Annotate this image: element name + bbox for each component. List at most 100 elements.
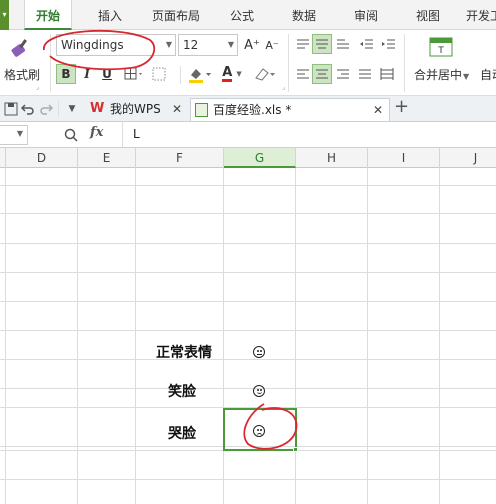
gridline xyxy=(0,301,496,302)
cell-f-normal-label[interactable]: 正常表情 xyxy=(136,342,212,362)
chevron-down-icon[interactable]: ▼ xyxy=(166,35,172,55)
italic-button[interactable]: I xyxy=(80,64,94,84)
app-menu-arrow-icon[interactable]: ▾ xyxy=(0,0,9,30)
ribbon-toolbar: 格式刷 Wingdings ▼ 12 ▼ A⁺ A⁻ B I U A ▼ T 合… xyxy=(0,30,496,96)
gridline xyxy=(439,168,440,504)
font-size-field[interactable]: 12 ▼ xyxy=(178,34,238,56)
borders-icon[interactable] xyxy=(122,64,146,84)
format-painter-label[interactable]: 格式刷 xyxy=(4,66,40,83)
chevron-down-icon[interactable]: ▼ xyxy=(17,129,23,138)
gridline xyxy=(367,168,368,504)
merge-center-icon[interactable]: T xyxy=(428,36,454,58)
column-header-f[interactable]: F xyxy=(136,148,224,168)
close-icon[interactable]: ✕ xyxy=(373,99,383,121)
smiley-face-icon[interactable] xyxy=(253,385,265,397)
spreadsheet-file-icon xyxy=(195,103,208,117)
tab-formulas[interactable]: 公式 xyxy=(222,0,262,30)
gridline xyxy=(0,243,496,244)
save-icon[interactable] xyxy=(2,100,20,118)
decrease-font-icon[interactable]: A⁻ xyxy=(264,34,280,56)
gridline xyxy=(77,168,78,504)
column-header-h[interactable]: H xyxy=(296,148,368,168)
tab-home[interactable]: 开始 xyxy=(24,0,72,30)
column-header-d[interactable]: D xyxy=(6,148,78,168)
merge-center-label[interactable]: 合并居中▼ xyxy=(414,66,469,83)
divider xyxy=(404,34,405,92)
indent-decrease-icon[interactable] xyxy=(358,34,376,54)
document-tab-bar: ▼ W 我的WPS ✕ 百度经验.xls * ✕ + xyxy=(0,96,496,122)
tab-insert[interactable]: 插入 xyxy=(86,0,134,30)
gridline xyxy=(223,168,224,504)
indent-increase-icon[interactable] xyxy=(380,34,398,54)
column-header-e[interactable]: E xyxy=(78,148,136,168)
clear-format-icon[interactable] xyxy=(252,64,278,84)
gridline xyxy=(0,388,496,389)
divider xyxy=(50,34,51,92)
selected-cell[interactable] xyxy=(223,408,297,451)
close-icon[interactable]: ✕ xyxy=(172,98,182,120)
font-size-value: 12 xyxy=(183,38,199,52)
menu-bar: ▾ 开始 插入 页面布局 公式 数据 审阅 视图 开发工 xyxy=(0,0,496,30)
font-color-letter: A xyxy=(222,64,233,82)
redo-icon[interactable] xyxy=(38,100,54,118)
column-header-row: D E F G H I J xyxy=(0,148,496,168)
auto-wrap-label[interactable]: 自动 xyxy=(480,66,496,83)
justify-icon[interactable] xyxy=(356,64,374,84)
align-bottom-icon[interactable] xyxy=(334,34,352,54)
gridline xyxy=(5,168,6,504)
font-name-field[interactable]: Wingdings ▼ xyxy=(56,34,176,56)
align-middle-icon[interactable] xyxy=(312,34,332,54)
gridline xyxy=(0,272,496,273)
tab-review[interactable]: 审阅 xyxy=(346,0,386,30)
gridline xyxy=(0,330,496,331)
fx-icon[interactable]: fx xyxy=(90,125,103,140)
name-box[interactable]: ▼ xyxy=(0,125,28,145)
formula-input[interactable]: L xyxy=(122,122,496,147)
format-painter-icon[interactable] xyxy=(6,34,36,62)
tab-my-wps[interactable]: W 我的WPS ✕ xyxy=(88,98,188,121)
align-left-icon[interactable] xyxy=(294,64,312,84)
grid-icon[interactable] xyxy=(150,64,168,84)
fill-handle[interactable] xyxy=(293,447,298,452)
gridline xyxy=(295,168,296,504)
gridline xyxy=(0,479,496,480)
underline-button[interactable]: U xyxy=(100,64,114,84)
formula-bar: ▼ fx L xyxy=(0,122,496,148)
font-color-icon[interactable]: A ▼ xyxy=(218,64,246,84)
gridline xyxy=(135,168,136,504)
merge-icon-letter: T xyxy=(437,46,444,56)
tab-view[interactable]: 视图 xyxy=(408,0,448,30)
tab-label: 我的WPS xyxy=(110,102,161,116)
fill-color-icon[interactable] xyxy=(186,64,214,84)
divider xyxy=(58,101,59,117)
customize-toolbar-chevron-icon[interactable]: ▼ xyxy=(64,100,80,118)
tab-data[interactable]: 数据 xyxy=(284,0,324,30)
tab-developer[interactable]: 开发工 xyxy=(462,0,496,30)
zoom-icon[interactable] xyxy=(62,125,80,145)
bold-button[interactable]: B xyxy=(56,64,76,84)
divider xyxy=(180,66,181,84)
tab-workbook[interactable]: 百度经验.xls * ✕ xyxy=(190,98,390,121)
align-right-icon[interactable] xyxy=(334,64,352,84)
tab-page-layout[interactable]: 页面布局 xyxy=(144,0,208,30)
font-name-value: Wingdings xyxy=(61,38,124,52)
increase-font-icon[interactable]: A⁺ xyxy=(244,34,260,56)
neutral-face-icon[interactable] xyxy=(253,346,265,358)
cell-f-cry-label[interactable]: 哭脸 xyxy=(136,423,196,443)
gridline xyxy=(0,213,496,214)
distribute-icon[interactable] xyxy=(378,64,396,84)
align-center-icon[interactable] xyxy=(312,64,332,84)
dialog-launcher-icon[interactable]: ⌟ xyxy=(282,83,285,91)
tab-label: 百度经验.xls * xyxy=(213,103,292,117)
divider xyxy=(288,34,289,92)
align-top-icon[interactable] xyxy=(294,34,312,54)
dialog-launcher-icon[interactable]: ⌟ xyxy=(36,83,39,91)
column-header-i[interactable]: I xyxy=(368,148,440,168)
chevron-down-icon[interactable]: ▼ xyxy=(228,35,234,55)
undo-icon[interactable] xyxy=(20,100,36,118)
cell-f-smile-label[interactable]: 笑脸 xyxy=(136,381,196,401)
spreadsheet-grid[interactable]: 正常表情 笑脸 哭脸 xyxy=(0,168,496,504)
column-header-j[interactable]: J xyxy=(440,148,496,168)
new-tab-button[interactable]: + xyxy=(394,96,409,117)
column-header-g[interactable]: G xyxy=(224,148,296,168)
